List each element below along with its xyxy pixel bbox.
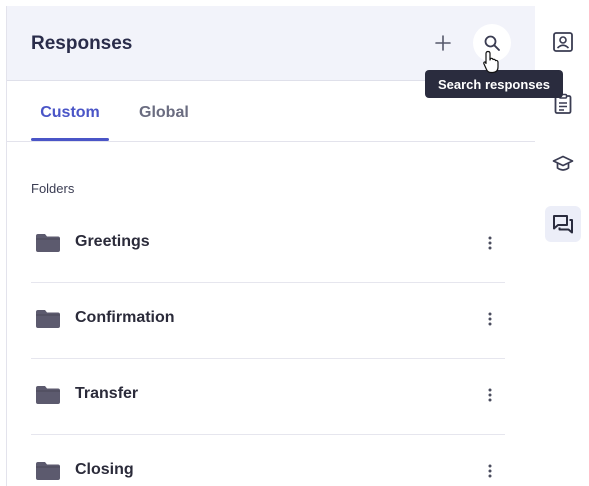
folder-icon xyxy=(36,310,60,328)
chat-bubbles-icon xyxy=(553,215,573,234)
more-vertical-icon xyxy=(488,236,492,250)
folder-icon xyxy=(36,234,60,252)
folder-name: Closing xyxy=(75,461,134,478)
folder-icon xyxy=(36,462,60,480)
add-response-button[interactable] xyxy=(431,31,455,55)
folders-section-label: Folders xyxy=(31,181,75,196)
more-vertical-icon xyxy=(488,312,492,326)
more-vertical-icon xyxy=(488,464,492,478)
folder-more-options-button[interactable] xyxy=(483,458,497,484)
search-tooltip: Search responses xyxy=(425,70,563,98)
folder-name: Transfer xyxy=(75,385,139,402)
tab-custom[interactable]: Custom xyxy=(31,81,109,141)
graduation-cap-icon xyxy=(552,155,574,171)
contact-card-icon xyxy=(553,32,573,52)
folder-more-options-button[interactable] xyxy=(483,382,497,408)
folder-name: Greetings xyxy=(75,233,150,250)
folder-item-transfer[interactable]: Transfer xyxy=(31,358,505,435)
panel-title: Responses xyxy=(31,33,133,54)
more-vertical-icon xyxy=(488,388,492,402)
plus-icon xyxy=(435,35,451,51)
folder-item-greetings[interactable]: Greetings xyxy=(31,206,505,283)
folder-more-options-button[interactable] xyxy=(483,306,497,332)
tab-global[interactable]: Global xyxy=(139,81,189,141)
folder-icon xyxy=(36,386,60,404)
side-rail-responses-button[interactable] xyxy=(545,206,581,242)
side-rail-learning-button[interactable] xyxy=(545,146,581,182)
side-rail-contact-button[interactable] xyxy=(545,24,581,60)
pointer-hand-icon xyxy=(483,50,499,74)
folder-item-confirmation[interactable]: Confirmation xyxy=(31,282,505,359)
folder-name: Confirmation xyxy=(75,309,175,326)
folder-more-options-button[interactable] xyxy=(483,230,497,256)
folder-item-closing[interactable]: Closing xyxy=(31,434,505,486)
